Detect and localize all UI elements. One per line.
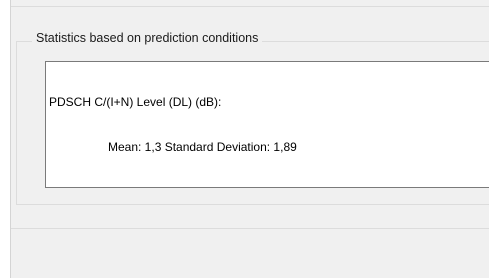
window-left-edge <box>0 0 11 278</box>
statistics-line-metric: PDSCH C/(I+N) Level (DL) (dB): <box>49 95 222 109</box>
groupbox-title: Statistics based on prediction condition… <box>32 31 263 45</box>
statistics-textbox[interactable]: PDSCH C/(I+N) Level (DL) (dB): Mean: 1,3… <box>45 61 489 188</box>
statistics-line-values: Mean: 1,3 Standard Deviation: 1,89 <box>108 140 297 154</box>
top-strip <box>11 0 489 7</box>
